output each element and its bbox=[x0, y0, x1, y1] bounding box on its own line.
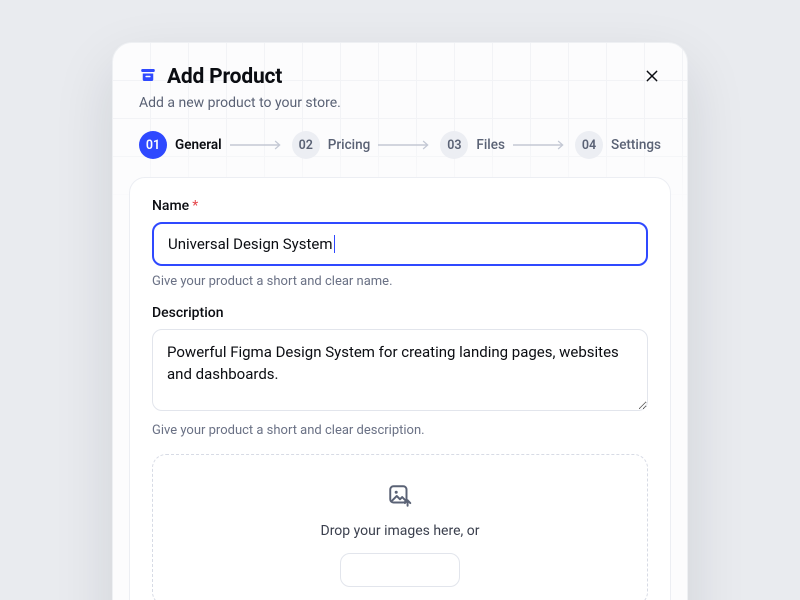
modal-subtitle: Add a new product to your store. bbox=[139, 95, 661, 111]
browse-button[interactable] bbox=[340, 553, 460, 587]
step-badge: 01 bbox=[139, 131, 167, 159]
description-field: Description Give your product a short an… bbox=[152, 305, 648, 438]
step-label: Settings bbox=[611, 137, 661, 153]
step-label: General bbox=[175, 137, 222, 153]
name-input[interactable]: Universal Design System bbox=[152, 222, 648, 266]
close-button[interactable] bbox=[639, 63, 665, 89]
text-caret bbox=[334, 235, 335, 253]
step-general[interactable]: 01 General bbox=[139, 131, 222, 159]
name-input-value: Universal Design System bbox=[168, 235, 333, 253]
name-label: Name bbox=[152, 198, 189, 214]
arrow-icon bbox=[378, 138, 432, 152]
image-dropzone[interactable]: Drop your images here, or bbox=[152, 454, 648, 600]
description-textarea[interactable] bbox=[152, 329, 648, 411]
image-upload-icon bbox=[387, 483, 413, 513]
modal-title: Add Product bbox=[167, 65, 282, 89]
step-badge: 03 bbox=[440, 131, 468, 159]
modal-header: Add Product Add a new product to your st… bbox=[113, 43, 687, 111]
close-icon bbox=[644, 68, 660, 84]
step-settings[interactable]: 04 Settings bbox=[575, 131, 661, 159]
description-hint: Give your product a short and clear desc… bbox=[152, 423, 648, 438]
name-hint: Give your product a short and clear name… bbox=[152, 274, 648, 289]
arrow-icon bbox=[230, 138, 284, 152]
step-files[interactable]: 03 Files bbox=[440, 131, 505, 159]
step-label: Pricing bbox=[328, 137, 370, 153]
step-pricing[interactable]: 02 Pricing bbox=[292, 131, 370, 159]
required-asterisk: * bbox=[192, 198, 198, 214]
description-label: Description bbox=[152, 305, 224, 321]
archive-icon bbox=[139, 66, 157, 88]
name-field: Name * Universal Design System Give your… bbox=[152, 198, 648, 289]
dropzone-text: Drop your images here, or bbox=[321, 523, 480, 539]
step-badge: 04 bbox=[575, 131, 603, 159]
step-badge: 02 bbox=[292, 131, 320, 159]
add-product-modal: Add Product Add a new product to your st… bbox=[112, 42, 688, 600]
step-label: Files bbox=[476, 137, 505, 153]
stepper: 01 General 02 Pricing 03 Files 04 Settin… bbox=[113, 111, 687, 177]
arrow-icon bbox=[513, 138, 567, 152]
form-panel: Name * Universal Design System Give your… bbox=[129, 177, 671, 600]
